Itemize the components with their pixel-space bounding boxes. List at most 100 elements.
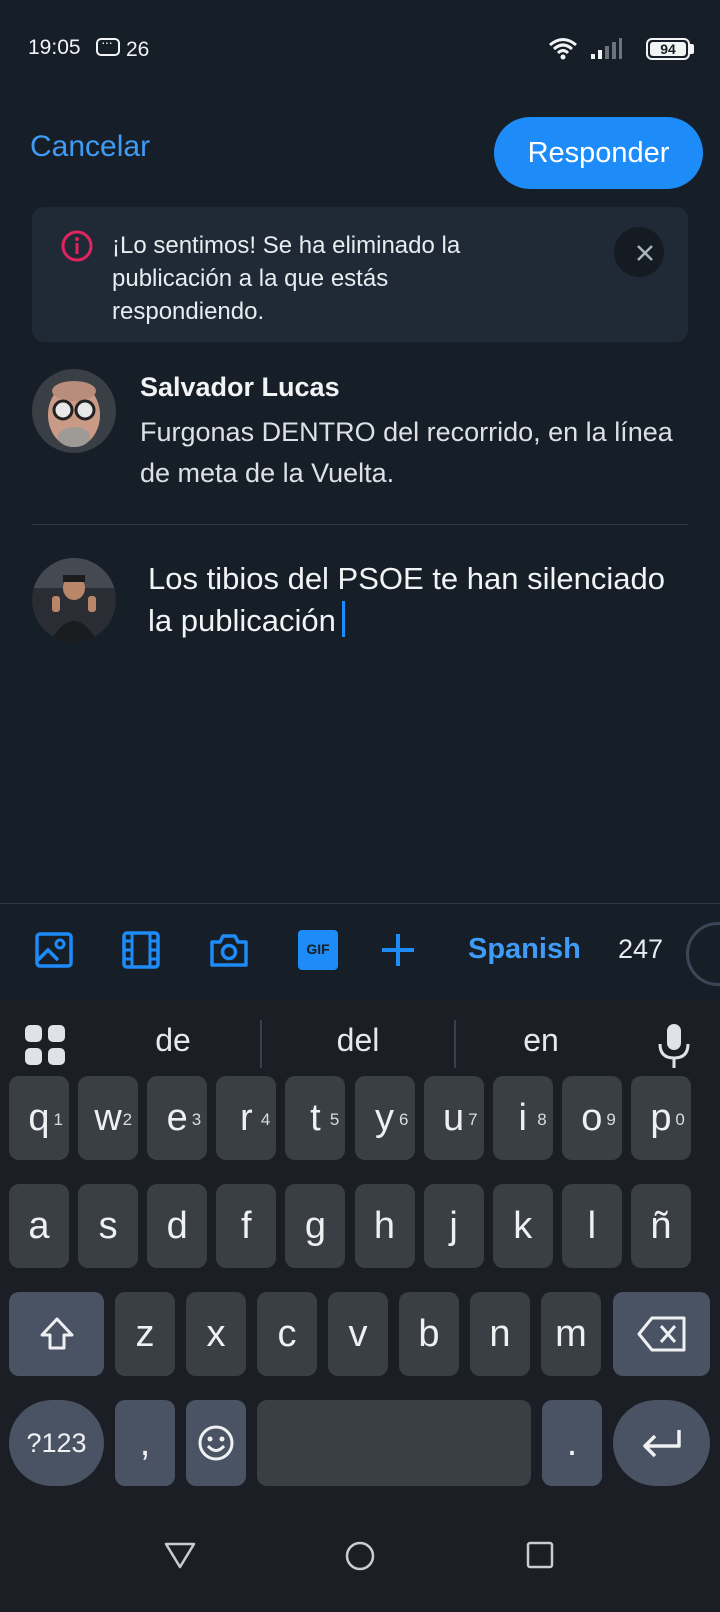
key-hint: 6: [399, 1110, 409, 1129]
backspace-key[interactable]: [613, 1292, 710, 1376]
key-ñ[interactable]: ñ: [630, 1184, 691, 1268]
recents-nav-icon[interactable]: [525, 1540, 555, 1570]
close-icon: [637, 245, 653, 261]
gif-icon[interactable]: GIF: [298, 930, 338, 970]
video-icon[interactable]: [121, 930, 161, 970]
shift-icon: [40, 1317, 73, 1350]
microphone-icon[interactable]: [656, 1022, 692, 1070]
key-label: n: [489, 1313, 511, 1355]
shift-key[interactable]: [9, 1292, 104, 1376]
key-x[interactable]: x: [186, 1292, 246, 1376]
comma-key[interactable]: ,: [115, 1400, 175, 1486]
battery-tip: [690, 44, 694, 54]
key-o[interactable]: o9: [561, 1076, 622, 1160]
language-selector[interactable]: Spanish: [468, 933, 581, 966]
key-label: b: [418, 1313, 440, 1355]
key-r[interactable]: r4: [216, 1076, 277, 1160]
key-z[interactable]: z: [115, 1292, 175, 1376]
key-p[interactable]: p0: [630, 1076, 691, 1160]
apps-grid-icon[interactable]: [24, 1024, 66, 1066]
key-label: z: [135, 1313, 155, 1355]
key-hint: 2: [122, 1110, 133, 1129]
key-l[interactable]: l: [561, 1184, 622, 1268]
image-icon[interactable]: [34, 930, 74, 970]
key-label: h: [373, 1205, 396, 1247]
key-label: v: [348, 1313, 368, 1355]
emoji-key[interactable]: [186, 1400, 246, 1486]
notification-count: 26: [126, 38, 150, 61]
key-label: q: [28, 1097, 50, 1139]
user-avatar[interactable]: [32, 558, 116, 642]
camera-icon[interactable]: [209, 930, 249, 970]
quoted-post-text: Furgonas DENTRO del recorrido, en la lín…: [140, 417, 673, 488]
key-u[interactable]: u7: [423, 1076, 484, 1160]
reply-button[interactable]: Responder: [494, 117, 703, 189]
key-label: ?123: [26, 1428, 87, 1458]
key-y[interactable]: y6: [354, 1076, 415, 1160]
key-label: c: [277, 1313, 297, 1355]
key-label: u: [443, 1097, 465, 1139]
key-label: j: [449, 1205, 458, 1247]
compose-text: Los tibios del PSOE te han silenciado la…: [148, 561, 665, 638]
suggestion-divider: [260, 1020, 262, 1068]
emoji-icon: [198, 1425, 234, 1461]
key-t[interactable]: t5: [285, 1076, 346, 1160]
suggestion-1[interactable]: de: [113, 1022, 233, 1059]
key-c[interactable]: c: [257, 1292, 317, 1376]
enter-icon: [642, 1430, 681, 1458]
character-progress-ring: [686, 922, 720, 986]
key-b[interactable]: b: [399, 1292, 459, 1376]
key-label: ñ: [650, 1205, 672, 1247]
symbols-key[interactable]: ?123: [9, 1400, 104, 1486]
key-q[interactable]: q1: [9, 1076, 69, 1160]
key-a[interactable]: a: [9, 1184, 69, 1268]
key-hint: 0: [675, 1110, 685, 1129]
key-g[interactable]: g: [285, 1184, 346, 1268]
quoted-post-author: Salvador Lucas: [140, 372, 340, 402]
enter-key[interactable]: [613, 1400, 710, 1486]
key-k[interactable]: k: [492, 1184, 553, 1268]
key-label: y: [375, 1097, 394, 1139]
plus-icon[interactable]: [378, 930, 418, 970]
back-nav-icon[interactable]: [163, 1540, 197, 1570]
key-m[interactable]: m: [541, 1292, 601, 1376]
key-f[interactable]: f: [216, 1184, 277, 1268]
key-label: a: [28, 1205, 50, 1247]
key-label: i: [518, 1097, 527, 1139]
toolbar-divider: [0, 903, 720, 904]
key-e[interactable]: e3: [147, 1076, 208, 1160]
key-d[interactable]: d: [147, 1184, 208, 1268]
period-key[interactable]: .: [542, 1400, 602, 1486]
space-key[interactable]: [257, 1400, 531, 1486]
cancel-button[interactable]: Cancelar: [30, 130, 150, 164]
key-hint: 9: [606, 1110, 616, 1129]
key-i[interactable]: i8: [492, 1076, 553, 1160]
author-avatar[interactable]: [32, 369, 116, 453]
key-h[interactable]: h: [354, 1184, 415, 1268]
key-label: r: [239, 1097, 253, 1139]
close-alert-button[interactable]: [614, 227, 664, 277]
key-v[interactable]: v: [328, 1292, 388, 1376]
deleted-post-alert: ¡Lo sentimos! Se ha eliminado la publica…: [32, 207, 688, 342]
key-hint: 8: [537, 1110, 547, 1129]
home-nav-icon[interactable]: [344, 1540, 376, 1572]
key-label: ,: [139, 1422, 151, 1464]
key-j[interactable]: j: [423, 1184, 484, 1268]
key-s[interactable]: s: [78, 1184, 139, 1268]
suggestion-3[interactable]: en: [481, 1022, 601, 1059]
character-count: 247: [618, 934, 664, 964]
key-label: s: [98, 1205, 118, 1247]
key-hint: 4: [260, 1110, 271, 1129]
message-notification-icon: [96, 34, 120, 56]
battery-level: 94: [660, 41, 676, 57]
suggestion-divider: [454, 1020, 456, 1068]
alert-message: ¡Lo sentimos! Se ha eliminado la publica…: [112, 232, 461, 325]
key-label: d: [166, 1205, 188, 1247]
compose-input[interactable]: Los tibios del PSOE te han silenciado la…: [148, 558, 668, 642]
key-label: o: [581, 1097, 603, 1139]
key-w[interactable]: w2: [78, 1076, 139, 1160]
suggestion-2[interactable]: del: [298, 1022, 418, 1059]
key-n[interactable]: n: [470, 1292, 530, 1376]
key-label: m: [555, 1313, 587, 1355]
signal-icon: [591, 38, 622, 59]
